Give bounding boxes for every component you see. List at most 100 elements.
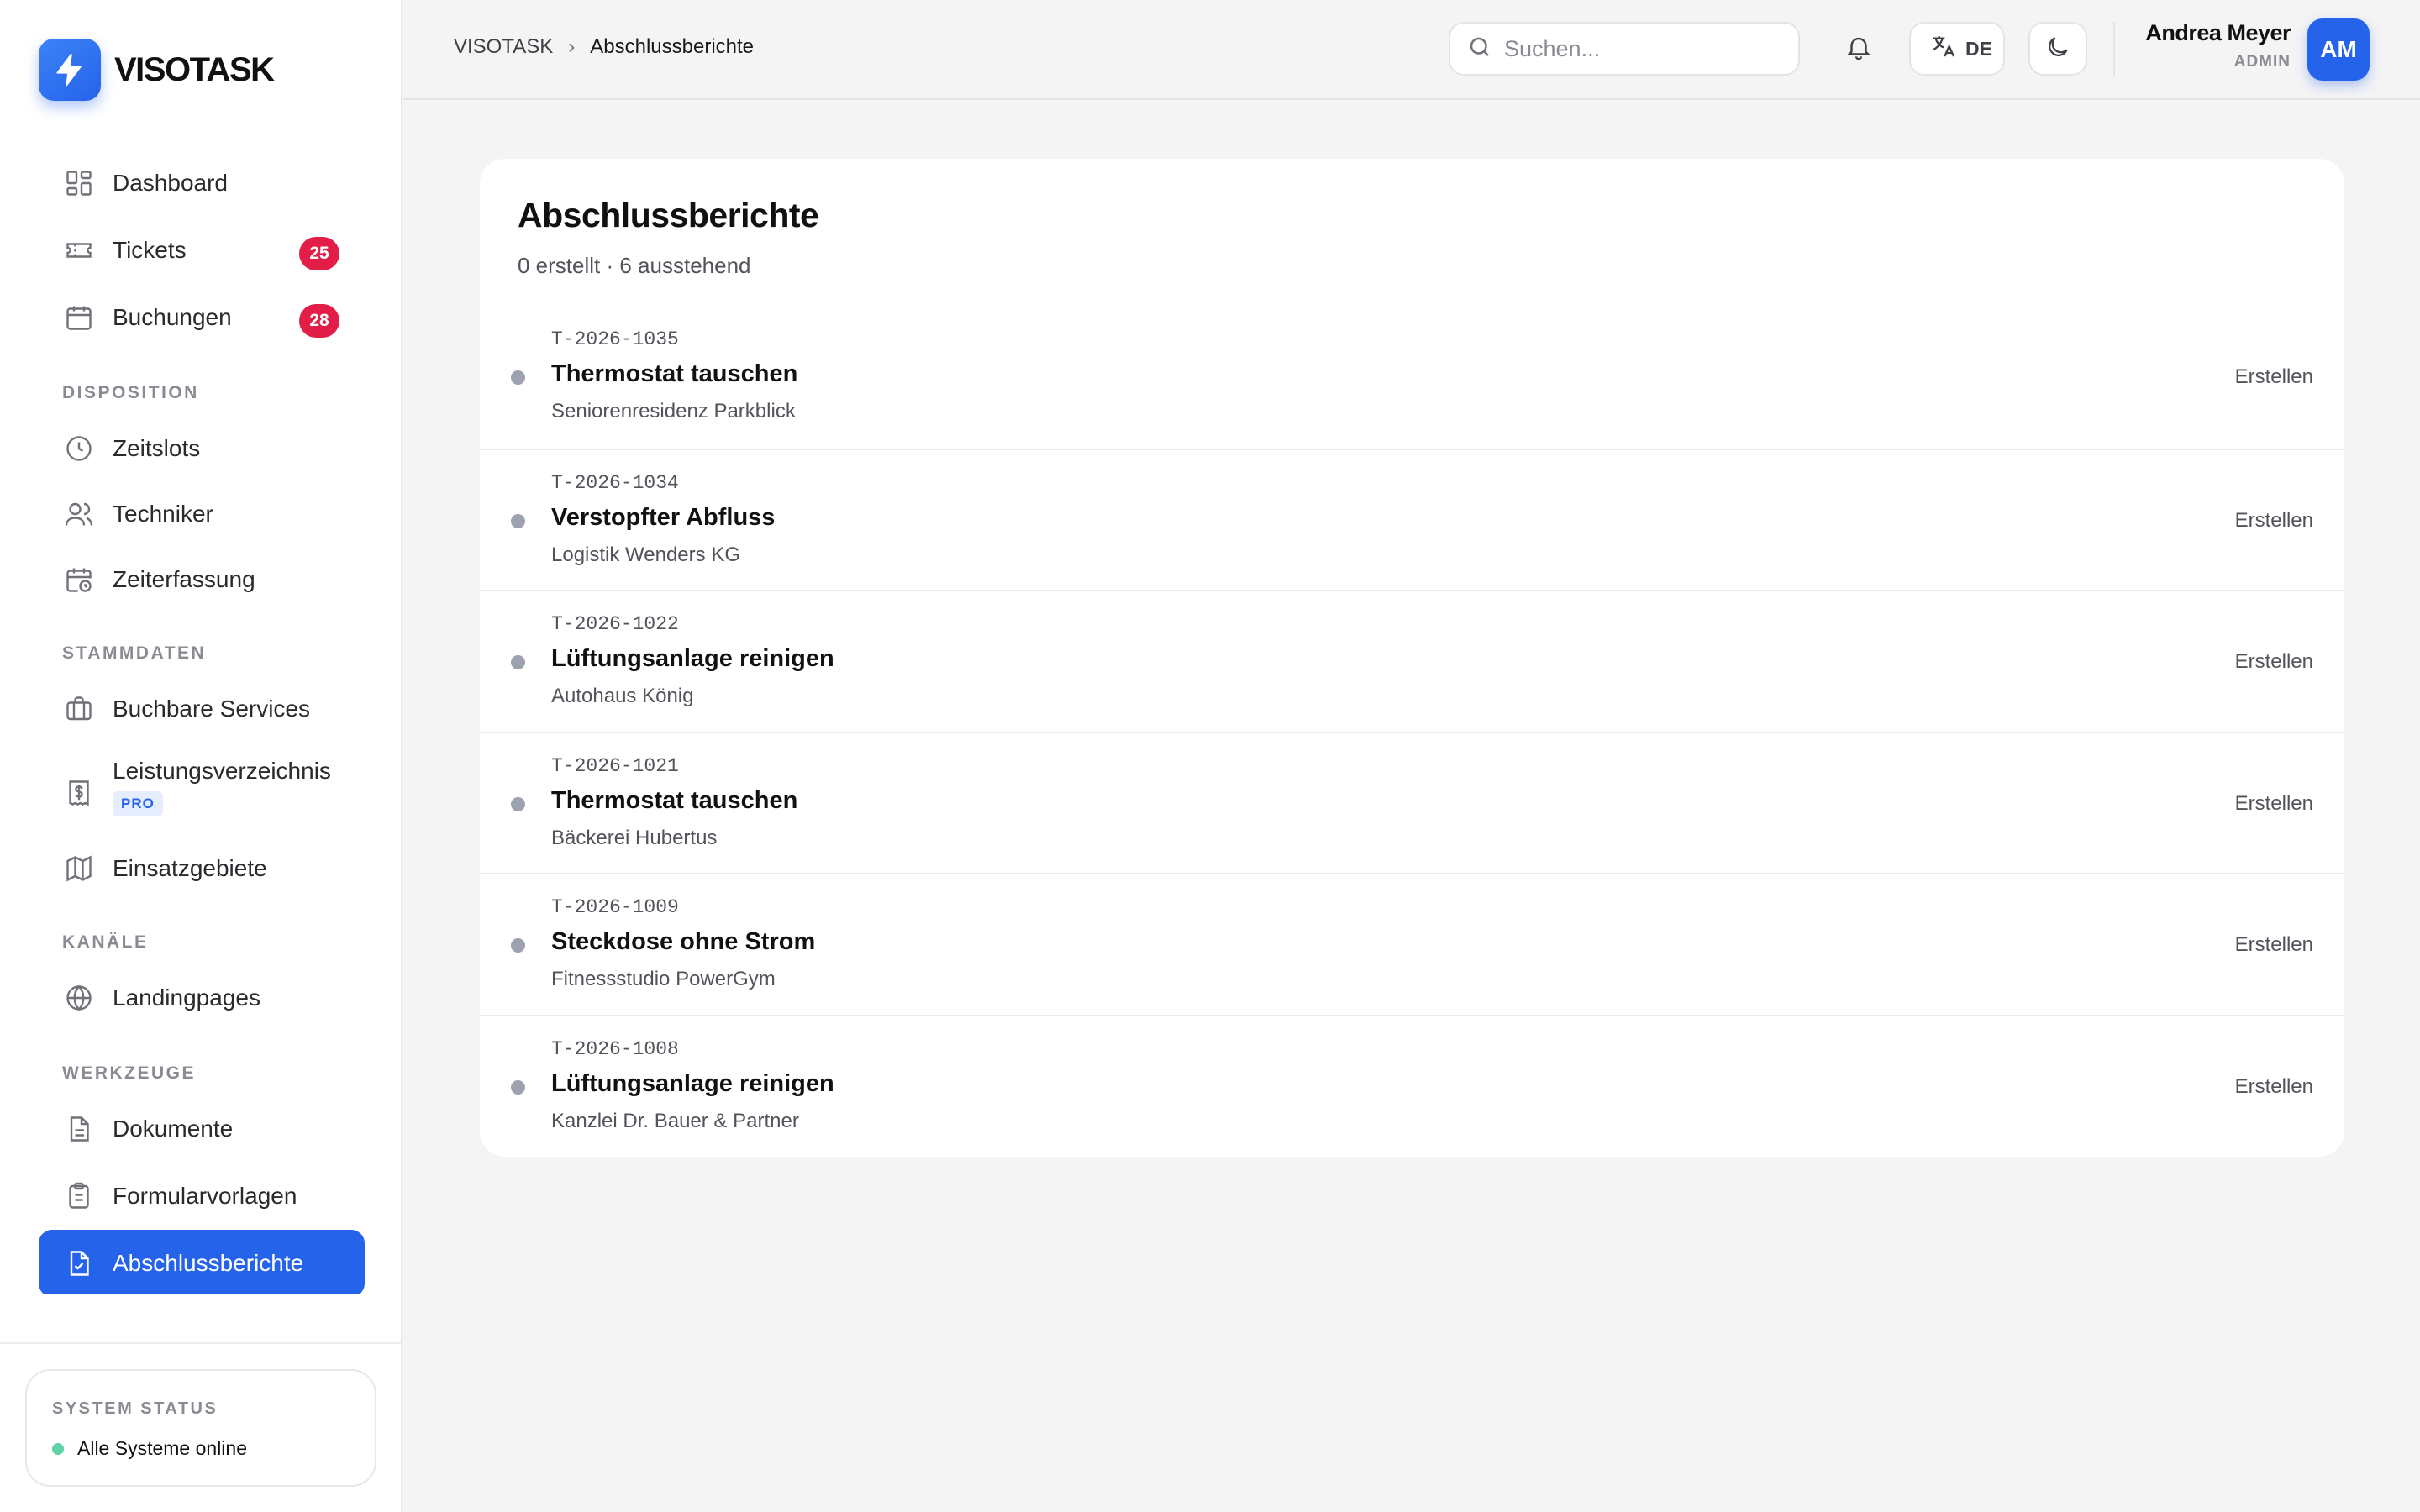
sidebar-item-landingpages[interactable]: Landingpages [39, 964, 365, 1032]
report-company: Kanzlei Dr. Bauer & Partner [551, 1109, 799, 1132]
sidebar-item-buchungen[interactable]: Buchungen 28 [39, 284, 365, 351]
reports-list: T-2026-1035 Thermostat tauschen Senioren… [480, 307, 2344, 1156]
report-title: Thermostat tauschen [551, 786, 798, 814]
breadcrumb-root[interactable]: VISOTASK [454, 35, 553, 59]
create-report-button[interactable]: Erstellen [2235, 1075, 2313, 1099]
sidebar-item-label: Einsatzgebiete [113, 855, 267, 881]
sidebar-item-einsatzgebiete[interactable]: Einsatzgebiete [39, 835, 365, 902]
report-title: Thermostat tauschen [551, 360, 798, 387]
report-title: Lüftungsanlage reinigen [551, 1069, 834, 1097]
status-dot [511, 655, 525, 669]
sidebar-item-label: Zeitslots [113, 435, 201, 461]
sidebar-item-techniker[interactable]: Techniker [39, 482, 365, 546]
create-report-button[interactable]: Erstellen [2235, 650, 2313, 674]
status-dot [511, 513, 525, 528]
sidebar-item-label: Buchungen [113, 304, 232, 330]
ticket-id: T-2026-1021 [551, 754, 679, 777]
report-company: Seniorenresidenz Parkblick [551, 400, 796, 423]
page-subtitle: 0 erstellt · 6 ausstehend [518, 253, 751, 278]
list-item[interactable]: T-2026-1035 Thermostat tauschen Senioren… [480, 307, 2344, 449]
sidebar-item-label: Formularvorlagen [113, 1183, 297, 1209]
theme-toggle-button[interactable] [2028, 22, 2087, 76]
report-title: Lüftungsanlage reinigen [551, 645, 834, 672]
status-dot [511, 796, 525, 811]
sidebar-item-leistungsverzeichnis[interactable]: Leistungsverzeichnis PRO [39, 743, 365, 835]
user-name: Andrea Meyer [2145, 20, 2291, 45]
price-list-icon [62, 776, 96, 810]
create-report-button[interactable]: Erstellen [2235, 933, 2313, 957]
ticket-id: T-2026-1008 [551, 1037, 679, 1060]
sidebar-divider [0, 1342, 402, 1344]
sidebar-item-dashboard[interactable]: Dashboard [39, 150, 365, 217]
chevron-right-icon: › [568, 35, 576, 58]
page-title: Abschlussberichte [518, 196, 819, 234]
dashboard-icon [62, 166, 96, 200]
bookings-count-badge: 28 [299, 304, 339, 338]
status-online-dot [52, 1442, 64, 1455]
sidebar-item-zeiterfassung[interactable]: Zeiterfassung [39, 546, 365, 613]
section-title-kanaele: KANÄLE [62, 932, 149, 952]
ticket-id: T-2026-1035 [551, 328, 679, 350]
section-title-stammdaten: STAMMDATEN [62, 643, 207, 663]
document-icon [62, 1112, 96, 1146]
breadcrumb: VISOTASK › Abschlussberichte [454, 35, 754, 59]
map-icon [62, 852, 96, 885]
search-input[interactable] [1504, 35, 1790, 62]
lightning-logo-icon [39, 39, 101, 101]
section-title-disposition: DISPOSITION [62, 383, 199, 402]
list-item[interactable]: T-2026-1008 Lüftungsanlage reinigen Kanz… [480, 1014, 2344, 1157]
ticket-icon [62, 234, 96, 267]
bell-icon [1844, 33, 1873, 66]
pro-badge: PRO [113, 791, 163, 816]
ticket-id: T-2026-1034 [551, 471, 679, 494]
create-report-button[interactable]: Erstellen [2235, 365, 2313, 389]
create-report-button[interactable]: Erstellen [2235, 509, 2313, 533]
search-box[interactable] [1449, 22, 1800, 76]
status-dot [511, 1079, 525, 1095]
sidebar-item-formularvorlagen[interactable]: Formularvorlagen [39, 1163, 365, 1230]
brand[interactable]: VISOTASK [39, 39, 275, 101]
top-header: VISOTASK › Abschlussberichte DE Andrea M… [403, 0, 2420, 100]
status-dot [511, 370, 525, 385]
notifications-button[interactable] [1832, 22, 1886, 76]
reports-card: Abschlussberichte 0 erstellt · 6 aussteh… [480, 159, 2344, 1157]
report-company: Fitnessstudio PowerGym [551, 968, 776, 990]
user-menu[interactable]: Andrea Meyer ADMIN [2143, 20, 2291, 71]
sidebar-nav: Dashboard Tickets 25 Buchungen 28 DISPOS… [39, 150, 365, 1294]
sidebar-item-zeitslots[interactable]: Zeitslots [39, 415, 365, 482]
calendar-clock-icon [62, 563, 96, 596]
ticket-id: T-2026-1009 [551, 896, 679, 918]
avatar[interactable]: AM [2307, 18, 2370, 81]
breadcrumb-current: Abschlussberichte [590, 35, 755, 58]
clipboard-icon [62, 1179, 96, 1213]
report-company: Bäckerei Hubertus [551, 826, 718, 849]
list-item[interactable]: T-2026-1009 Steckdose ohne Strom Fitness… [480, 873, 2344, 1015]
create-report-button[interactable]: Erstellen [2235, 792, 2313, 816]
sidebar-item-label: Zeiterfassung [113, 566, 255, 592]
list-item[interactable]: T-2026-1022 Lüftungsanlage reinigen Auto… [480, 590, 2344, 732]
user-role: ADMIN [2233, 53, 2291, 71]
sidebar-item-label: Abschlussberichte [113, 1250, 304, 1276]
system-status-label: SYSTEM STATUS [52, 1399, 218, 1418]
moon-icon [2044, 34, 2071, 65]
system-status-text: Alle Systeme online [77, 1437, 247, 1459]
list-item[interactable]: T-2026-1021 Thermostat tauschen Bäckerei… [480, 731, 2344, 874]
header-divider [2113, 22, 2115, 76]
language-switcher[interactable]: DE [1909, 22, 2005, 76]
sidebar-item-buchbare-services[interactable]: Buchbare Services [39, 675, 365, 743]
sidebar-item-label: Techniker [113, 501, 213, 527]
calendar-icon [62, 301, 96, 334]
sidebar: VISOTASK Dashboard Tickets 25 Buchungen … [0, 0, 402, 1512]
sidebar-item-label: Dashboard [113, 170, 228, 196]
sidebar-item-label: Leistungsverzeichnis [113, 758, 331, 784]
translate-icon [1930, 33, 1957, 65]
status-dot [511, 938, 525, 953]
list-item[interactable]: T-2026-1034 Verstopfter Abfluss Logistik… [480, 448, 2344, 591]
tickets-count-badge: 25 [299, 237, 339, 270]
ticket-id: T-2026-1022 [551, 613, 679, 635]
sidebar-item-label: Buchbare Services [113, 696, 311, 722]
users-icon [62, 497, 96, 531]
sidebar-item-dokumente[interactable]: Dokumente [39, 1095, 365, 1163]
sidebar-item-abschlussberichte[interactable]: Abschlussberichte [39, 1230, 365, 1294]
sidebar-item-tickets[interactable]: Tickets 25 [39, 217, 365, 284]
